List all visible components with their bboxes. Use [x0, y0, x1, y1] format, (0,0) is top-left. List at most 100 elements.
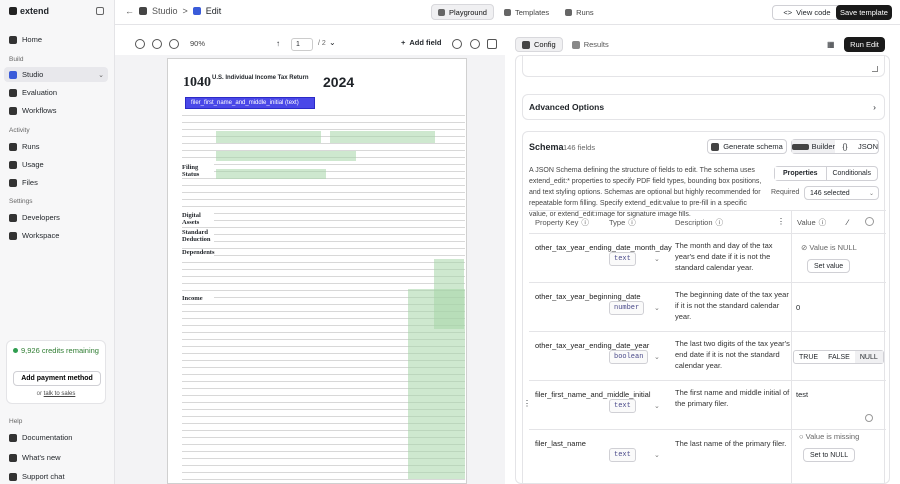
advanced-options-toggle[interactable]: Advanced Options ›: [522, 94, 885, 120]
zoom-level[interactable]: 90%: [190, 39, 205, 48]
logo[interactable]: extend: [9, 6, 49, 16]
sidebar-item-usage[interactable]: Usage: [4, 157, 108, 172]
run-edit-button[interactable]: Run Edit: [844, 37, 885, 52]
sparkle-icon: [711, 142, 720, 151]
studio-icon: [9, 70, 17, 79]
tab-conditionals[interactable]: Conditionals: [827, 167, 878, 180]
megaphone-icon: [9, 453, 17, 462]
talk-to-sales-link[interactable]: talk to sales: [44, 391, 76, 397]
table-row[interactable]: ⋮ filer_first_name_and_middle_initial te…: [523, 380, 886, 429]
undo-icon[interactable]: [452, 39, 462, 49]
sidebar-item-documentation[interactable]: Documentation: [4, 430, 108, 445]
translate-icon[interactable]: ▦: [827, 40, 835, 49]
type-select[interactable]: text: [609, 448, 636, 462]
circle-icon[interactable]: [865, 217, 874, 226]
resize-handle-icon[interactable]: [872, 66, 878, 72]
bool-null-option[interactable]: NULL: [854, 351, 883, 363]
templates-icon: [503, 8, 511, 16]
zoom-out-icon[interactable]: [152, 39, 162, 49]
table-row[interactable]: other_tax_year_ending_date_year boolean …: [529, 331, 886, 380]
breadcrumb-studio[interactable]: Studio: [152, 6, 178, 16]
value-input[interactable]: test: [796, 389, 808, 400]
info-icon: ⓘ: [628, 217, 636, 227]
generate-schema-button[interactable]: Generate schema: [707, 139, 787, 154]
sidebar-item-evaluation[interactable]: Evaluation: [4, 85, 108, 100]
type-select[interactable]: number: [609, 301, 645, 315]
builder-toggle[interactable]: Builder: [792, 140, 835, 153]
tab-runs[interactable]: Runs: [559, 4, 600, 20]
type-select[interactable]: boolean: [609, 350, 649, 364]
textarea-card[interactable]: [522, 56, 885, 77]
zoom-in-icon[interactable]: [169, 39, 179, 49]
circle-icon[interactable]: [865, 414, 873, 422]
back-arrow-icon[interactable]: ←: [125, 6, 134, 16]
save-template-button[interactable]: Save template: [836, 5, 892, 20]
tab-properties[interactable]: Properties: [775, 167, 827, 180]
column-header-value[interactable]: Value ⓘ: [791, 211, 826, 233]
sidebar-item-files[interactable]: Files: [4, 175, 108, 190]
section-label-settings: Settings: [9, 198, 33, 205]
chevron-down-icon: ⌄: [654, 256, 660, 263]
evaluation-icon: [9, 88, 17, 97]
tab-playground[interactable]: Playground: [431, 4, 494, 20]
form-field-highlight[interactable]: [216, 131, 321, 143]
section-label-activity: Activity: [9, 127, 30, 134]
page-total: / 2: [318, 40, 326, 47]
required-select[interactable]: 146 selected ⌄: [804, 186, 879, 200]
tab-config[interactable]: Config: [515, 37, 563, 52]
sidebar-item-workflows[interactable]: Workflows: [4, 103, 108, 118]
sidebar-item-home[interactable]: Home: [4, 32, 108, 47]
config-panel: Config Results ▦ Run Edit Advanced Optio…: [505, 25, 900, 484]
search-icon[interactable]: [135, 39, 145, 49]
form-year: 2024: [323, 74, 355, 90]
results-icon: [571, 40, 580, 49]
redo-icon[interactable]: [470, 39, 480, 49]
type-select[interactable]: text: [609, 252, 636, 266]
table-row[interactable]: other_tax_year_beginning_date number ⌄ T…: [529, 282, 886, 331]
page-up-icon[interactable]: ↑: [276, 39, 280, 48]
drag-handle-icon[interactable]: ⋮: [523, 399, 531, 408]
sidebar-item-workspace[interactable]: Workspace: [4, 228, 108, 243]
add-field-button[interactable]: + Add field: [401, 38, 441, 47]
breadcrumb-separator: >: [182, 6, 188, 16]
table-row[interactable]: other_tax_year_ending_date_month_day tex…: [529, 233, 886, 282]
sidebar-item-whats-new[interactable]: What's new: [4, 450, 108, 465]
tab-results[interactable]: Results: [566, 37, 615, 52]
set-to-null-button[interactable]: Set to NULL: [803, 448, 856, 462]
sidebar-item-support-chat[interactable]: Support chat: [4, 469, 108, 484]
form-section-label: Standard Deduction: [182, 229, 214, 243]
selected-field-box[interactable]: filer_first_name_and_middle_initial (tex…: [185, 97, 315, 109]
value-input[interactable]: 0: [796, 302, 800, 313]
page-down-icon[interactable]: ⌄: [329, 38, 336, 47]
tab-templates[interactable]: Templates: [498, 4, 555, 20]
column-header-type[interactable]: Type ⓘ: [603, 211, 636, 233]
sidebar-toggle-icon[interactable]: [96, 7, 104, 15]
form-field-highlight[interactable]: [216, 151, 356, 161]
column-header-key[interactable]: Property Key ⓘ: [529, 211, 589, 233]
workspace-icon: [9, 231, 17, 240]
chevron-down-icon: ⌄: [654, 305, 660, 312]
bool-true-option[interactable]: TRUE: [794, 351, 823, 363]
page-number-input[interactable]: 1: [291, 38, 313, 51]
json-toggle[interactable]: {} JSON: [835, 140, 878, 153]
more-options-icon[interactable]: ⋮: [777, 217, 785, 226]
sidebar-item-studio[interactable]: Studio ⌄: [4, 67, 108, 82]
view-code-button[interactable]: <> View code: [772, 5, 842, 20]
add-payment-method-button[interactable]: Add payment method: [13, 371, 101, 386]
wand-icon[interactable]: ∕: [847, 218, 848, 227]
set-value-button[interactable]: Set value: [807, 259, 851, 273]
config-scroll-area[interactable]: Advanced Options › Schema 146 fields Gene…: [515, 55, 890, 484]
sidebar-item-runs[interactable]: Runs: [4, 139, 108, 154]
table-row[interactable]: filer_last_name text ⌄ The last name of …: [529, 429, 886, 479]
builder-icon: [792, 143, 809, 150]
form-field-highlight[interactable]: [408, 289, 465, 479]
credits-card: 9,926 credits remaining Add payment meth…: [6, 340, 106, 404]
download-icon[interactable]: [487, 39, 497, 49]
bool-false-option[interactable]: FALSE: [823, 351, 855, 363]
form-field-highlight[interactable]: [216, 169, 326, 179]
pdf-viewer[interactable]: 1040 U.S. Individual Income Tax Return 2…: [115, 55, 505, 484]
type-select[interactable]: text: [609, 399, 636, 413]
form-field-highlight[interactable]: [330, 131, 435, 143]
column-header-description[interactable]: Description ⓘ: [669, 211, 723, 233]
sidebar-item-developers[interactable]: Developers: [4, 210, 108, 225]
